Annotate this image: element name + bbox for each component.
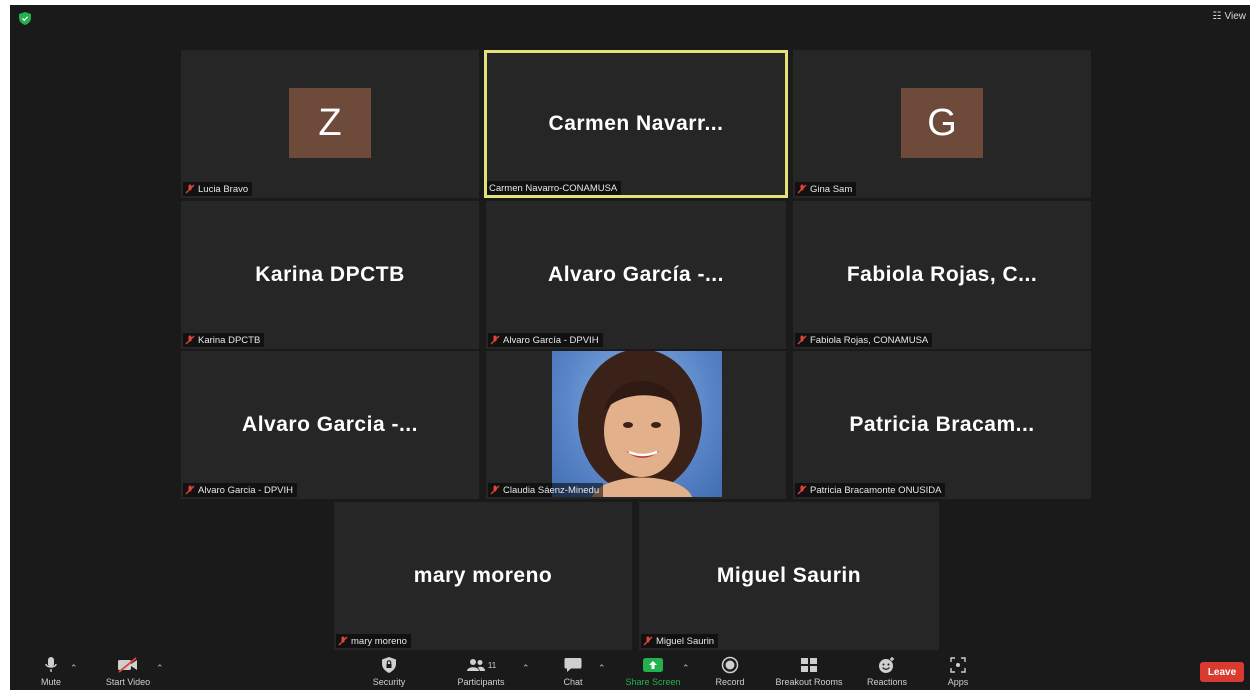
start-video-label: Start Video xyxy=(105,677,151,687)
chat-label: Chat xyxy=(563,677,583,687)
record-icon xyxy=(721,656,739,674)
audio-options-caret[interactable]: ⌃ xyxy=(70,663,78,674)
participant-tile[interactable]: Patricia Bracam... Patricia Bracamonte O… xyxy=(793,351,1091,499)
participant-display-name: Miguel Saurin xyxy=(716,564,862,587)
apps-icon xyxy=(950,657,966,673)
chat-options-caret[interactable]: ⌃ xyxy=(598,663,606,674)
video-options-caret[interactable]: ⌃ xyxy=(156,663,164,674)
participants-button[interactable]: 11 Participants xyxy=(450,654,512,690)
participant-label: Claudia Sáenz-Minedu xyxy=(488,483,604,497)
mic-muted-icon xyxy=(797,335,807,345)
participants-options-caret[interactable]: ⌃ xyxy=(522,663,530,674)
participant-label: Miguel Saurin xyxy=(641,634,719,648)
mic-muted-icon xyxy=(490,335,500,345)
participant-label: Lucia Bravo xyxy=(183,182,253,196)
participant-label: Carmen Navarro-CONAMUSA xyxy=(487,181,622,195)
mic-muted-icon xyxy=(490,485,500,495)
participant-avatar: G xyxy=(901,88,983,158)
reactions-button[interactable]: Reactions xyxy=(862,654,912,690)
participant-display-name: Patricia Bracam... xyxy=(849,413,1035,436)
mute-button[interactable]: Mute xyxy=(36,654,66,690)
participant-tile[interactable]: mary moreno mary moreno xyxy=(334,502,632,650)
participant-tile[interactable]: Z Lucia Bravo xyxy=(181,50,479,198)
participant-name: Alvaro García - DPVIH xyxy=(503,334,599,346)
participant-tile[interactable]: G Gina Sam xyxy=(793,50,1091,198)
participant-tile[interactable]: Miguel Saurin Miguel Saurin xyxy=(639,502,939,650)
participant-name: Alvaro Garcia - DPVIH xyxy=(198,484,294,496)
mic-muted-icon xyxy=(797,485,807,495)
record-button[interactable]: Record xyxy=(712,654,748,690)
participant-name: Carmen Navarro-CONAMUSA xyxy=(489,182,618,194)
participant-name: Fabiola Rojas, CONAMUSA xyxy=(810,334,929,346)
participant-tile[interactable]: Alvaro Garcia -... Alvaro Garcia - DPVIH xyxy=(181,351,479,499)
shield-icon xyxy=(382,657,396,673)
participant-tile-video[interactable]: Claudia Sáenz-Minedu xyxy=(486,351,786,499)
participant-tile-active-speaker[interactable]: Carmen Navarr... Carmen Navarro-CONAMUSA xyxy=(484,50,788,198)
mute-label: Mute xyxy=(40,677,61,687)
participant-name: Karina DPCTB xyxy=(198,334,261,346)
share-screen-label: Share Screen xyxy=(625,677,681,687)
meeting-window: ☷ View Z Lucia Bravo Carmen Navarr... Ca… xyxy=(10,5,1250,690)
participant-display-name: Fabiola Rojas, C... xyxy=(846,263,1038,286)
share-screen-button[interactable]: Share Screen xyxy=(620,654,686,690)
breakout-rooms-button[interactable]: Breakout Rooms xyxy=(770,654,848,690)
apps-button[interactable]: Apps xyxy=(940,654,976,690)
participant-display-name: mary moreno xyxy=(413,564,553,587)
mic-muted-icon xyxy=(338,636,348,646)
participant-name: Claudia Sáenz-Minedu xyxy=(503,484,600,496)
mic-muted-icon xyxy=(185,335,195,345)
mic-muted-icon xyxy=(185,485,195,495)
microphone-icon xyxy=(45,657,57,672)
participant-video-feed xyxy=(552,351,722,497)
breakout-rooms-icon xyxy=(801,658,817,672)
mic-muted-icon xyxy=(797,184,807,194)
participant-tile[interactable]: Alvaro García -... Alvaro García - DPVIH xyxy=(486,201,786,349)
chat-button[interactable]: Chat xyxy=(558,654,588,690)
participants-count: 11 xyxy=(487,660,497,670)
grid-view-icon: ☷ xyxy=(1212,11,1222,22)
mic-muted-icon xyxy=(185,184,195,194)
security-button[interactable]: Security xyxy=(365,654,413,690)
participant-label: Alvaro García - DPVIH xyxy=(488,333,603,347)
share-screen-icon xyxy=(643,658,663,672)
participants-icon xyxy=(466,659,485,671)
participant-tile[interactable]: Fabiola Rojas, C... Fabiola Rojas, CONAM… xyxy=(793,201,1091,349)
participant-avatar: Z xyxy=(289,88,371,158)
participant-label: Gina Sam xyxy=(795,182,857,196)
participant-label: Fabiola Rojas, CONAMUSA xyxy=(795,333,933,347)
participant-display-name: Alvaro Garcia -... xyxy=(242,413,418,436)
reactions-icon xyxy=(879,657,894,673)
participant-label: Karina DPCTB xyxy=(183,333,265,347)
security-label: Security xyxy=(372,677,406,687)
participant-photo xyxy=(578,351,702,497)
record-label: Record xyxy=(715,677,745,687)
participant-name: Lucia Bravo xyxy=(198,183,249,195)
encryption-shield-icon[interactable] xyxy=(18,11,32,25)
participant-name: Miguel Saurin xyxy=(656,635,715,647)
video-off-icon xyxy=(118,657,137,673)
participant-label: Alvaro Garcia - DPVIH xyxy=(183,483,298,497)
mic-muted-icon xyxy=(643,636,653,646)
participant-label: mary moreno xyxy=(336,634,411,648)
participant-name: mary moreno xyxy=(351,635,407,647)
view-label: View xyxy=(1224,11,1247,22)
breakout-rooms-label: Breakout Rooms xyxy=(775,677,843,687)
participant-label: Patricia Bracamonte ONUSIDA xyxy=(795,483,946,497)
share-options-caret[interactable]: ⌃ xyxy=(682,663,690,674)
leave-button[interactable]: Leave xyxy=(1200,662,1244,682)
participant-display-name: Karina DPCTB xyxy=(255,263,405,286)
participant-name: Patricia Bracamonte ONUSIDA xyxy=(810,484,942,496)
participant-display-name: Alvaro García -... xyxy=(548,263,724,286)
start-video-button[interactable]: Start Video xyxy=(98,654,158,690)
participant-tile[interactable]: Karina DPCTB Karina DPCTB xyxy=(181,201,479,349)
view-button[interactable]: ☷ View xyxy=(1213,11,1246,22)
participants-label: Participants xyxy=(457,677,505,687)
chat-icon xyxy=(564,658,582,672)
participant-name: Gina Sam xyxy=(810,183,853,195)
participant-display-name: Carmen Navarr... xyxy=(548,112,724,135)
apps-label: Apps xyxy=(947,677,969,687)
reactions-label: Reactions xyxy=(866,677,908,687)
meeting-toolbar: Mute ⌃ Start Video ⌃ Security 11 Partici… xyxy=(10,652,1250,690)
